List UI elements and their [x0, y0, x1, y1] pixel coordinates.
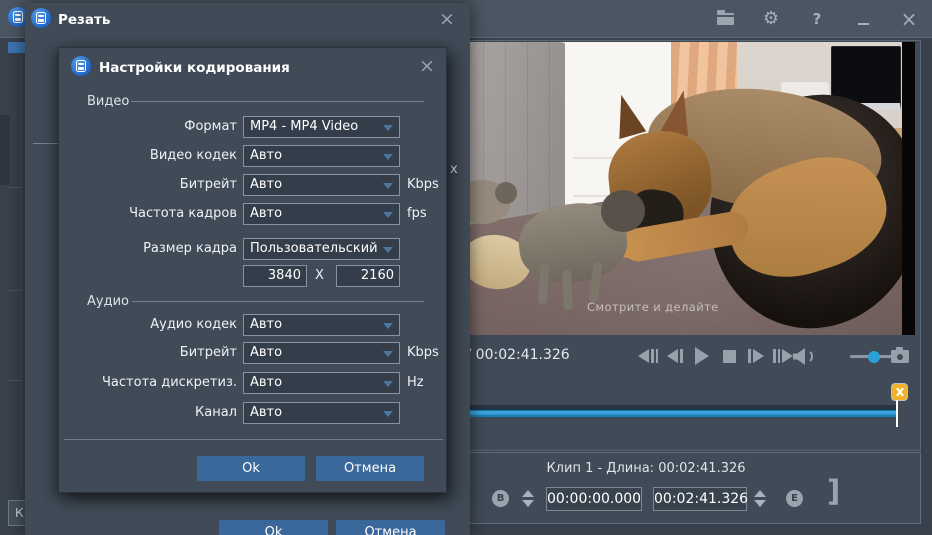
channel-select[interactable]: Авто: [243, 402, 400, 424]
dialog-app-icon: [71, 56, 91, 76]
film-frame-icon: [13, 11, 23, 23]
gear-icon: ⚙: [763, 10, 779, 28]
frame-size-select[interactable]: Пользовательский: [243, 238, 400, 260]
minimize-button[interactable]: [852, 8, 874, 30]
background-panel-cell: [0, 115, 10, 185]
audio-group-label: Аудио: [87, 294, 129, 309]
prev-frame-button[interactable]: [638, 346, 658, 366]
end-badge: E: [786, 490, 803, 507]
chevron-down-icon: [383, 323, 393, 329]
channel-row: Канал Авто: [59, 402, 448, 425]
frame-size-row: Размер кадра Пользовательский: [59, 238, 448, 261]
encoding-settings-dialog: Настройки кодирования × Видео Формат MP4…: [58, 47, 447, 493]
volume-handle[interactable]: [868, 351, 880, 363]
transport-controls: [638, 346, 793, 366]
encoding-cancel-button[interactable]: Отмена: [316, 456, 424, 481]
chevron-down-icon: [383, 125, 393, 131]
scissors-marker-icon[interactable]: [892, 384, 907, 400]
sample-rate-select[interactable]: Авто: [243, 372, 400, 394]
unit-label: Kbps: [407, 177, 439, 192]
help-button[interactable]: ?: [806, 8, 828, 30]
chevron-down-icon: [383, 351, 393, 357]
titlebar-actions: ⚙ ? ×: [714, 0, 920, 38]
video-group-label: Видео: [87, 94, 129, 109]
encoding-dialog-close-button[interactable]: ×: [415, 55, 439, 79]
end-bracket-icon: ]: [827, 474, 840, 508]
up-arrow-icon[interactable]: [522, 490, 534, 497]
puppy-gray-head: [601, 190, 645, 232]
frame-size-values-row: 3840 X 2160: [59, 265, 448, 288]
unit-label: Kbps: [407, 345, 439, 360]
sample-rate-row: Частота дискретиз. Авто Hz: [59, 372, 448, 395]
down-arrow-icon[interactable]: [522, 500, 534, 507]
stop-button[interactable]: [719, 346, 739, 366]
down-arrow-icon[interactable]: [754, 500, 766, 507]
begin-badge: B: [492, 490, 509, 507]
unit-label: Hz: [407, 375, 424, 390]
cut-ok-button[interactable]: Ok: [219, 520, 328, 535]
cut-cancel-button[interactable]: Отмена: [336, 520, 445, 535]
dialog-app-icon: [31, 8, 51, 28]
folder-icon: [717, 13, 734, 25]
format-select[interactable]: MP4 - MP4 Video: [243, 116, 400, 138]
help-icon: ?: [813, 10, 822, 28]
resolution-x-fragment: x: [450, 162, 458, 177]
background-panel-divider: [21, 56, 22, 490]
audio-bitrate-row: Битрейт Авто Kbps: [59, 342, 448, 365]
unit-label: fps: [407, 206, 427, 221]
audio-codec-row: Аудио кодек Авто: [59, 314, 448, 337]
video-codec-row: Видео кодек Авто: [59, 145, 448, 168]
settings-button[interactable]: ⚙: [760, 8, 782, 30]
format-row: Формат MP4 - MP4 Video: [59, 116, 448, 139]
cut-dialog-title: Резать: [58, 12, 110, 28]
encoding-dialog-title: Настройки кодирования: [99, 60, 290, 76]
volume-slider[interactable]: [850, 355, 892, 358]
video-bitrate-row: Битрейт Авто Kbps: [59, 174, 448, 197]
stop-icon: [723, 350, 736, 363]
snapshot-button[interactable]: [891, 350, 909, 363]
audio-bitrate-select[interactable]: Авто: [243, 342, 400, 364]
clip-length-label: Клип 1 - Длина: 00:02:41.326: [496, 461, 796, 476]
timeline-cursor[interactable]: [896, 400, 898, 427]
chevron-down-icon: [383, 154, 393, 160]
audio-codec-select[interactable]: Авто: [243, 314, 400, 336]
end-time-stepper[interactable]: [752, 487, 768, 509]
frame-width-input[interactable]: 3840: [243, 265, 307, 287]
play-button[interactable]: [692, 346, 712, 366]
application-window: ⚙ ? × К: [0, 0, 932, 535]
framerate-row: Частота кадров Авто fps: [59, 203, 448, 226]
close-window-button[interactable]: ×: [898, 8, 920, 30]
video-codec-select[interactable]: Авто: [243, 145, 400, 167]
video-bitrate-select[interactable]: Авто: [243, 174, 400, 196]
step-back-button[interactable]: [665, 346, 685, 366]
chevron-down-icon: [383, 247, 393, 253]
end-time-input[interactable]: 00:02:41.326: [653, 487, 747, 511]
size-separator: X: [315, 268, 324, 283]
step-forward-button[interactable]: [746, 346, 766, 366]
close-icon: ×: [901, 7, 918, 31]
framerate-select[interactable]: Авто: [243, 203, 400, 225]
minimize-icon: [858, 23, 869, 25]
background-selected-tab: [8, 42, 25, 53]
play-icon: [695, 347, 709, 365]
open-folder-button[interactable]: [714, 8, 736, 30]
chevron-down-icon: [383, 183, 393, 189]
mute-button[interactable]: [793, 348, 817, 365]
start-time-input[interactable]: 00:00:00.000: [546, 487, 642, 511]
cut-dialog-close-button[interactable]: ×: [435, 8, 459, 32]
video-preview[interactable]: Смотрите и делайте: [459, 42, 915, 335]
frame-height-input[interactable]: 2160: [336, 265, 400, 287]
chevron-down-icon: [383, 411, 393, 417]
timeline-bar[interactable]: [459, 405, 897, 417]
chevron-down-icon: [383, 381, 393, 387]
encoding-ok-button[interactable]: Ok: [197, 456, 305, 481]
chevron-down-icon: [383, 212, 393, 218]
video-watermark: Смотрите и делайте: [587, 300, 719, 314]
next-frame-button[interactable]: [773, 346, 793, 366]
start-time-stepper[interactable]: [520, 487, 536, 509]
up-arrow-icon[interactable]: [754, 490, 766, 497]
